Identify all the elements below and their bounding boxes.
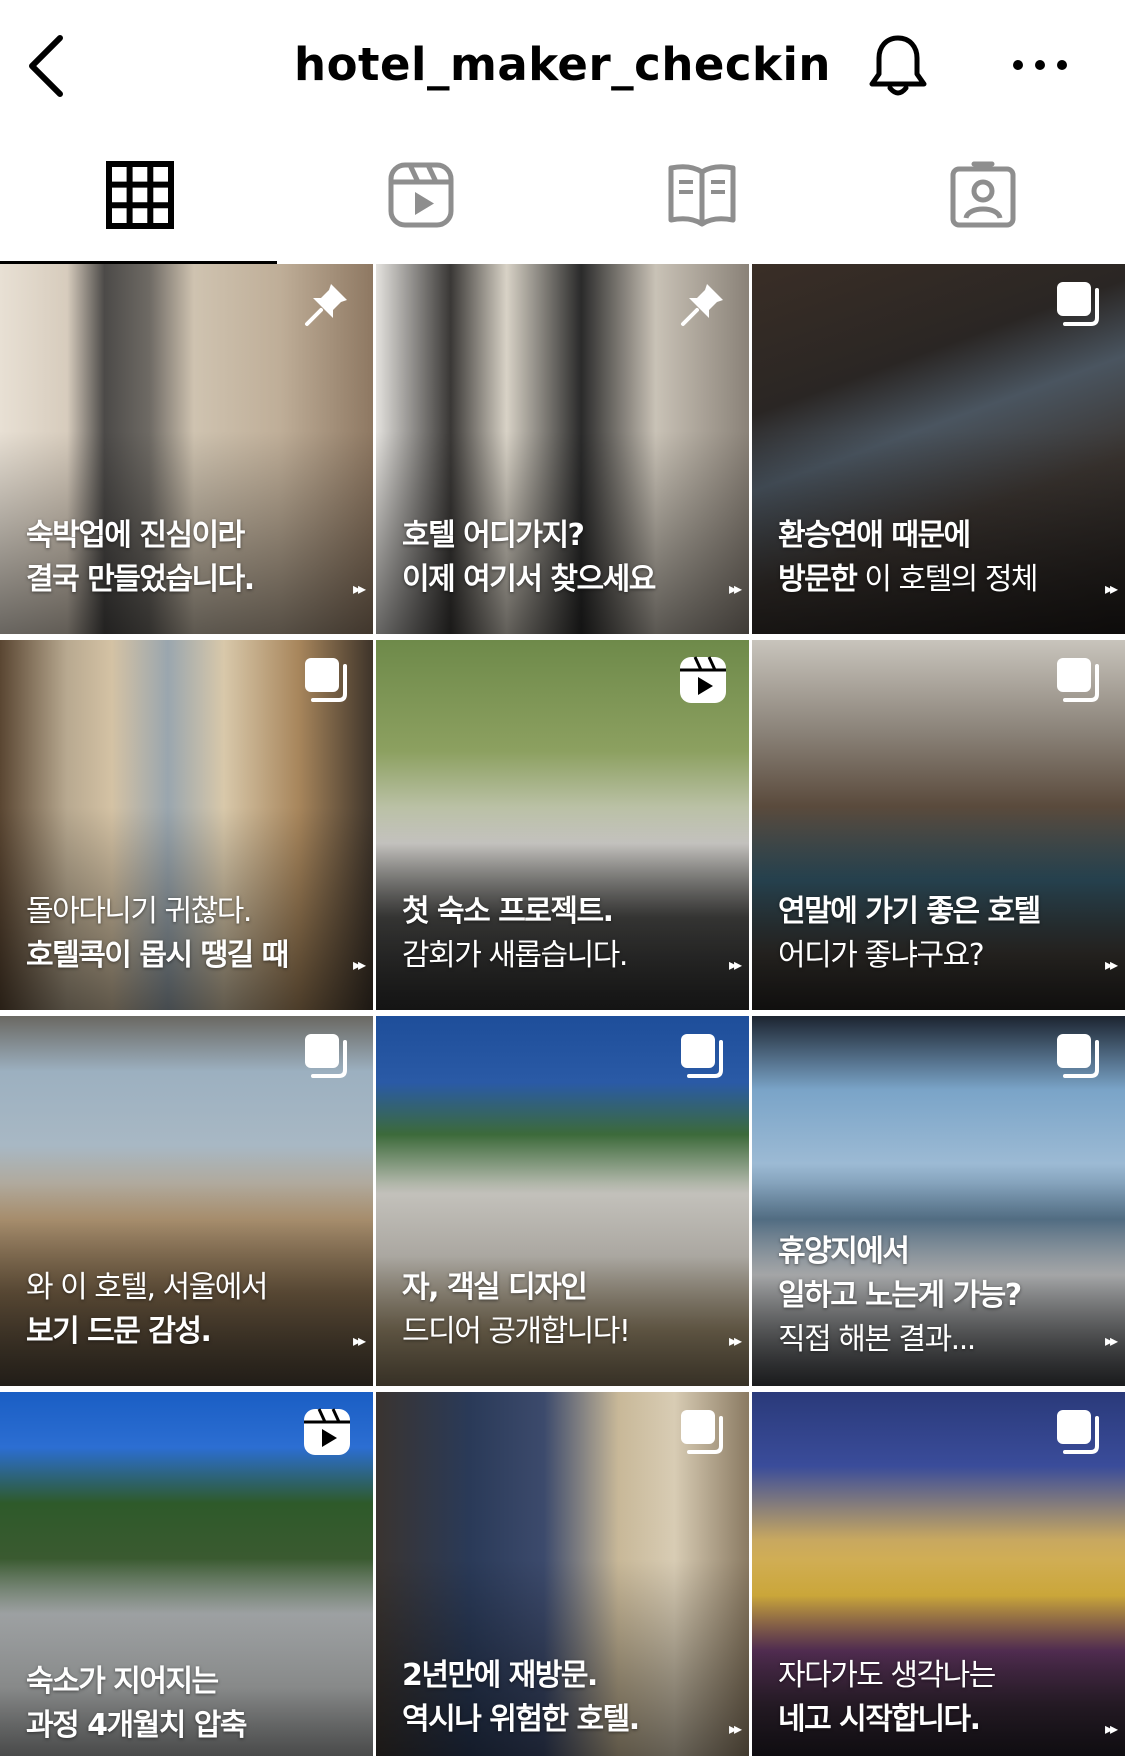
post-caption-line: 어디가 좋냐구요? bbox=[778, 938, 985, 973]
posts-grid: 숙박업에 진심이라결국 만들었습니다. ▸▸ 호텔 어디가지? 이제 여기서 찾으… bbox=[0, 264, 1125, 1756]
post-caption-line: 2년만에 재방문. bbox=[402, 1658, 598, 1693]
carousel-icon bbox=[1057, 1410, 1099, 1454]
post-tile[interactable]: 자, 객실 디자인드디어 공개합니다! ▸▸ bbox=[376, 1016, 749, 1386]
tab-guides[interactable] bbox=[562, 140, 843, 265]
post-caption-line: 직접 해본 결과... bbox=[778, 1322, 976, 1357]
post-tile[interactable]: 돌아다니기 귀찮다. 호텔콕이 몹시 땡길 때 ▸▸ bbox=[0, 640, 373, 1010]
post-caption-line: 환승연애 때문에 bbox=[778, 518, 971, 553]
post-caption-line: 숙박업에 진심이라 bbox=[26, 518, 245, 553]
chevron-right-icon: ▸▸ bbox=[1104, 1331, 1118, 1350]
carousel-icon bbox=[305, 658, 347, 702]
reels-icon bbox=[680, 656, 726, 703]
bell-icon bbox=[869, 35, 927, 96]
post-tile[interactable]: 와 이 호텔, 서울에서보기 드문 감성. ▸▸ bbox=[0, 1016, 373, 1386]
profile-username: hotel_maker_checkin bbox=[294, 38, 831, 91]
post-caption-line: 결국 만들었습니다. bbox=[26, 562, 255, 597]
chevron-right-icon: ▸▸ bbox=[1104, 955, 1118, 974]
more-options-button[interactable] bbox=[1010, 42, 1070, 88]
guide-book-icon bbox=[668, 164, 736, 227]
profile-header: hotel_maker_checkin bbox=[0, 0, 1125, 135]
post-tile[interactable]: 휴양지에서일하고 노는게 가능? 직접 해본 결과... ▸▸ bbox=[752, 1016, 1125, 1386]
tagged-person-icon bbox=[950, 161, 1016, 228]
grid-icon bbox=[106, 161, 174, 229]
tab-tagged[interactable] bbox=[843, 140, 1124, 265]
carousel-icon bbox=[1057, 1034, 1099, 1078]
tab-posts-grid[interactable] bbox=[0, 140, 281, 265]
post-caption-line: 방문한 bbox=[778, 562, 858, 597]
post-tile[interactable]: 숙박업에 진심이라결국 만들었습니다. ▸▸ bbox=[0, 264, 373, 634]
post-caption-line: 첫 숙소 프로젝트. bbox=[402, 894, 614, 929]
post-tile[interactable]: 자다가도 생각나는네고 시작합니다. ▸▸ bbox=[752, 1392, 1125, 1756]
post-caption-line: 자, 객실 디자인 bbox=[402, 1270, 588, 1305]
post-tile[interactable]: 숙소가 지어지는과정 4개월치 압축 bbox=[0, 1392, 373, 1756]
post-caption-line: 감회가 새롭습니다. bbox=[402, 938, 628, 973]
post-tile[interactable]: 환승연애 때문에방문한 이 호텔의 정체 ▸▸ bbox=[752, 264, 1125, 634]
notifications-button[interactable] bbox=[862, 30, 934, 102]
post-tile[interactable]: 연말에 가기 좋은 호텔어디가 좋냐구요? ▸▸ bbox=[752, 640, 1125, 1010]
carousel-icon bbox=[1057, 282, 1099, 326]
chevron-right-icon: ▸▸ bbox=[1104, 579, 1118, 598]
post-caption-line: 역시나 위험한 호텔. bbox=[402, 1702, 640, 1737]
reels-icon bbox=[388, 162, 454, 228]
chevron-right-icon: ▸▸ bbox=[728, 579, 742, 598]
post-tile[interactable]: 2년만에 재방문. 역시나 위험한 호텔. ▸▸ bbox=[376, 1392, 749, 1756]
post-caption-line: 이제 여기서 찾으세요 bbox=[402, 562, 656, 597]
post-caption-line: 과정 4개월치 압축 bbox=[26, 1708, 247, 1743]
post-caption-line: 숙소가 지어지는 bbox=[26, 1664, 219, 1699]
post-caption-line: 일하고 노는게 가능? bbox=[778, 1278, 1022, 1313]
post-caption-line: 자다가도 생각나는 bbox=[778, 1658, 996, 1693]
carousel-icon bbox=[1057, 658, 1099, 702]
post-caption-line: 돌아다니기 귀찮다. bbox=[26, 894, 252, 929]
chevron-right-icon: ▸▸ bbox=[1104, 1719, 1118, 1738]
chevron-right-icon: ▸▸ bbox=[728, 955, 742, 974]
pin-icon bbox=[681, 284, 723, 326]
post-tile[interactable]: 호텔 어디가지? 이제 여기서 찾으세요 ▸▸ bbox=[376, 264, 749, 634]
post-caption-line: 호텔 어디가지? bbox=[402, 518, 585, 553]
chevron-right-icon: ▸▸ bbox=[728, 1331, 742, 1350]
profile-tabs bbox=[0, 140, 1125, 265]
pin-icon bbox=[305, 284, 347, 326]
post-caption-line: 드디어 공개합니다! bbox=[402, 1314, 631, 1349]
carousel-icon bbox=[681, 1410, 723, 1454]
carousel-icon bbox=[305, 1034, 347, 1078]
chevron-right-icon: ▸▸ bbox=[728, 1719, 742, 1738]
reels-icon bbox=[304, 1408, 350, 1455]
tab-reels[interactable] bbox=[281, 140, 562, 265]
carousel-icon bbox=[681, 1034, 723, 1078]
post-caption-line: 호텔콕이 몹시 땡길 때 bbox=[26, 938, 289, 973]
post-caption-line: 와 이 호텔, 서울에서 bbox=[26, 1270, 268, 1305]
post-tile[interactable]: 첫 숙소 프로젝트. 감회가 새롭습니다. ▸▸ bbox=[376, 640, 749, 1010]
post-caption-line: 보기 드문 감성. bbox=[26, 1314, 212, 1349]
post-caption-line: 네고 시작합니다. bbox=[778, 1702, 981, 1737]
post-caption-line: 이 호텔의 정체 bbox=[856, 562, 1038, 597]
chevron-right-icon: ▸▸ bbox=[352, 1331, 366, 1350]
post-caption-line: 연말에 가기 좋은 호텔 bbox=[778, 894, 1041, 929]
chevron-right-icon: ▸▸ bbox=[352, 579, 366, 598]
post-caption-line: 휴양지에서 bbox=[778, 1234, 910, 1269]
chevron-right-icon: ▸▸ bbox=[352, 955, 366, 974]
more-horizontal-icon bbox=[1013, 60, 1067, 70]
